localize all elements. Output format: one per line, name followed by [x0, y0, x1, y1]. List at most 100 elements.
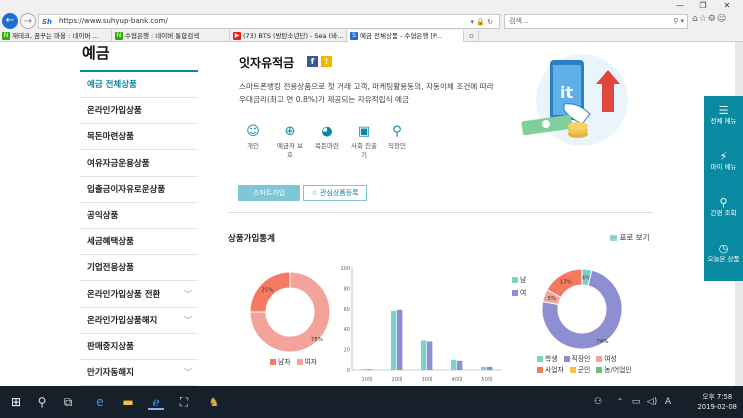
search-icon[interactable]: ⚲ [34, 394, 50, 410]
home-icon[interactable]: ⌂ [692, 14, 699, 24]
sidebar-item-label: 공익상품 [87, 211, 119, 221]
browser-tab[interactable]: N 재테크, 꿈꾸는 마을 : 네이버 ... [0, 30, 112, 42]
favorites-star-icon[interactable]: ☆ [699, 14, 708, 24]
job-chart-legend: 학생 직장인 여성 사업자 군인 농/어업인 [537, 354, 647, 376]
legend-entry: 직장인 [563, 355, 591, 363]
sidebar-item[interactable]: 온라인가입상품 [80, 98, 198, 125]
product-description: 스마트폰뱅킹 전용상품으로 첫 거래 고객, 마케팅활용동의, 자동이체 조건에… [239, 82, 494, 104]
taskbar-clock[interactable]: 오후 7:58 2019-02-08 [697, 392, 737, 412]
smart-signup-button[interactable]: 스마트가입 [238, 185, 300, 201]
sidebar-item-label: 기업전용상품 [87, 263, 134, 274]
quick-menu-icon: ☰ [718, 104, 729, 117]
ime-icon[interactable]: A [660, 394, 676, 410]
kakao-story-share-icon[interactable]: ! [321, 56, 332, 67]
new-tab-icon[interactable]: ▫ [465, 30, 479, 42]
chevron-down-icon[interactable]: ﹀ [184, 282, 192, 308]
quick-menu-item[interactable]: ⚲ 간편 조회 [704, 196, 743, 217]
minimize-icon[interactable]: — [671, 1, 689, 11]
legend-entry: 군인 [569, 366, 590, 374]
quick-menu-item[interactable]: ⚡ 마이 메뉴 [704, 150, 743, 171]
browser-tab[interactable]: N 수협은행 : 네이버 통합검색 [113, 30, 230, 42]
search-icon[interactable]: ⚲ ▾ [673, 15, 684, 28]
banknote-won-mark [542, 120, 550, 128]
sidebar-item[interactable]: 여유자금운용상품 [80, 151, 198, 177]
bar [487, 366, 493, 370]
sidebar-item[interactable]: 판매중지상품 [80, 334, 198, 360]
sidebar-item[interactable]: 기업전용상품 [80, 255, 198, 282]
target-label: 목돈마련 [315, 142, 339, 150]
quick-menu-item[interactable]: ◷ 오늘본 상품 [704, 242, 743, 263]
quick-menu-item[interactable]: ☰ 전체 메뉴 [704, 104, 743, 125]
legend-entry: 여 [512, 287, 526, 300]
sidebar-item[interactable]: 공익상품 [80, 203, 198, 229]
windows-start-icon[interactable]: ⊞ [8, 394, 24, 410]
tray-chevron-icon[interactable]: ⌃ [612, 394, 628, 410]
forward-icon[interactable]: → [20, 13, 36, 29]
y-tick-label: 20 [344, 348, 350, 354]
legend-swatch [512, 289, 518, 296]
sidebar-item-label: 세금혜택상품 [87, 237, 134, 248]
sidebar-item-label: 예금 전체상품 [87, 80, 137, 90]
chevron-down-icon[interactable]: ﹀ [184, 308, 192, 334]
network-icon[interactable]: ▭ [628, 394, 644, 410]
section-divider [228, 212, 653, 213]
back-icon[interactable]: ← [2, 13, 18, 29]
address-bar[interactable]: Sh https://www.suhyup-bank.com/ ▾ 🔒 ↻ [38, 14, 500, 29]
browser-tab[interactable]: ▶ (73) BTS (방탄소년단) - Sea (바... [231, 30, 347, 42]
bar [391, 310, 397, 370]
sidebar-item[interactable]: 만기자동해지 ﹀ [80, 360, 198, 386]
task-view-icon[interactable]: ⧉ [60, 394, 76, 410]
browser-tab-active[interactable]: S 예금 전체상품 - 수협은행 [P... [348, 30, 464, 42]
close-icon[interactable]: ✕ [718, 1, 736, 11]
tab-favicon-icon: S [350, 32, 358, 40]
sidebar-item-label: 여유자금운용상품 [87, 158, 150, 169]
legend-swatch [596, 355, 603, 362]
legend-label: 직장인 [571, 355, 591, 363]
bar [367, 369, 373, 370]
bar [457, 360, 463, 370]
product-target: ☺ 개인 [238, 122, 268, 151]
chevron-down-icon[interactable]: ﹀ [184, 360, 192, 386]
app-icon[interactable]: ♞ [206, 394, 222, 410]
volume-icon[interactable]: ◁) [644, 394, 660, 410]
sidebar-item[interactable]: 세금혜택상품 [80, 229, 198, 256]
sidebar-item[interactable]: 입출금이자유로운상품 [80, 177, 198, 203]
table-view-link[interactable]: ▤ 표로 보기 [610, 232, 649, 243]
sidebar-item-label: 판매중지상품 [87, 342, 134, 352]
x-tick-label: 30대 [422, 376, 433, 382]
legend-swatch [596, 366, 603, 373]
facebook-share-icon[interactable]: f [307, 56, 318, 67]
legend-entry: 남 [512, 274, 526, 287]
legend-entry: 사업자 [537, 366, 564, 374]
add-favorite-button[interactable]: ☆ 관심상품등록 [303, 185, 367, 201]
x-tick-label: 10대 [362, 376, 373, 382]
donut-value-label: 25% [261, 287, 273, 293]
smiley-icon[interactable]: ☺ [717, 14, 727, 24]
quick-menu-icon: ⚡ [719, 150, 728, 163]
store-icon[interactable]: ⛶ [176, 394, 192, 410]
age-bar-chart: 0 20 40 60 80 100 10대 20대 30대 40대 50대 [340, 266, 502, 382]
address-tools[interactable]: ▾ 🔒 ↻ [470, 16, 493, 29]
legend-swatch [563, 355, 570, 362]
gear-icon[interactable]: ⚙ [708, 14, 717, 24]
restore-icon[interactable]: ❐ [694, 1, 712, 11]
file-explorer-icon[interactable]: ▬ [120, 394, 136, 410]
x-tick-label: 40대 [452, 376, 463, 382]
sidebar-item[interactable]: 온라인가입상품 전환 ﹀ [80, 282, 198, 308]
legend-swatch [296, 358, 303, 365]
people-icon[interactable]: ⚇ [590, 394, 606, 410]
sidebar-item-label: 온라인가입상품 전환 [87, 289, 161, 300]
legend-swatch [270, 358, 276, 365]
donut-value-label: 75% [311, 337, 323, 343]
target-icon: ▣ [357, 124, 371, 139]
bar [427, 341, 433, 370]
sidebar-item[interactable]: 예금 전체상품 [80, 72, 198, 98]
address-row: ← → Sh https://www.suhyup-bank.com/ ▾ 🔒 … [0, 12, 743, 30]
search-input[interactable]: 검색... ⚲ ▾ [504, 14, 688, 29]
y-tick-label: 40 [344, 327, 350, 333]
internet-explorer-icon[interactable]: ℯ [148, 394, 164, 410]
quick-menu-label: 간편 조회 [710, 209, 737, 217]
sidebar-item[interactable]: 온라인가입상품해지 ﹀ [80, 308, 198, 334]
edge-icon[interactable]: e [92, 394, 108, 410]
sidebar-item[interactable]: 목돈마련상품 [80, 124, 198, 151]
